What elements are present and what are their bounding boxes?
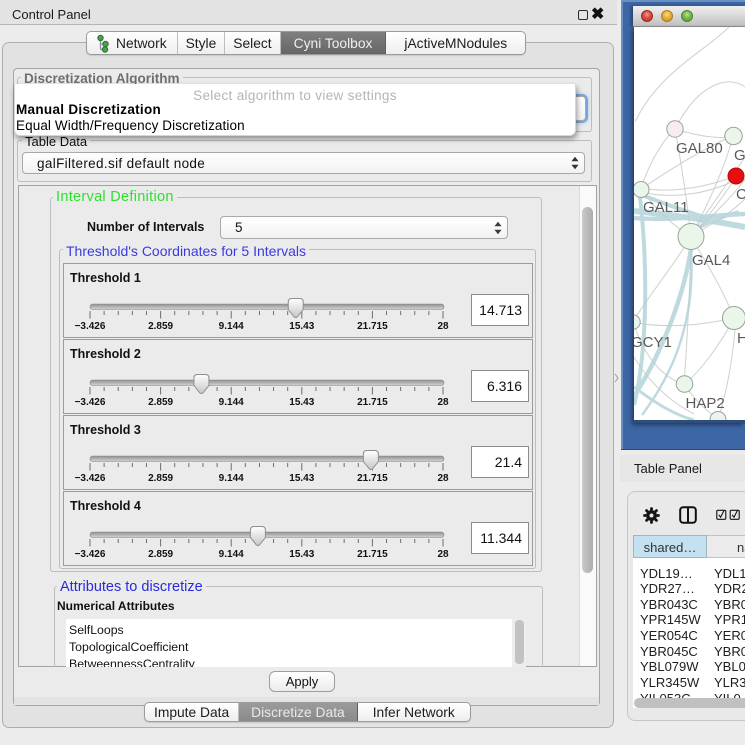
svg-text:28: 28 xyxy=(437,397,449,408)
svg-text:28: 28 xyxy=(437,549,449,560)
svg-text:GCY1: GCY1 xyxy=(634,334,672,351)
svg-text:−3.426: −3.426 xyxy=(75,321,106,332)
svg-text:HAP2: HAP2 xyxy=(686,395,725,412)
svg-text:GAL4: GAL4 xyxy=(692,252,730,269)
svg-text:H: H xyxy=(737,330,745,347)
svg-text:21.715: 21.715 xyxy=(357,549,388,560)
svg-text:15.43: 15.43 xyxy=(289,397,314,408)
svg-text:21.715: 21.715 xyxy=(357,397,388,408)
svg-text:−3.426: −3.426 xyxy=(75,549,106,560)
svg-text:C: C xyxy=(736,186,745,203)
svg-text:9.144: 9.144 xyxy=(219,473,244,484)
svg-text:2.859: 2.859 xyxy=(148,397,173,408)
svg-text:15.43: 15.43 xyxy=(289,549,314,560)
svg-text:GAL11: GAL11 xyxy=(643,199,689,216)
svg-text:2.859: 2.859 xyxy=(148,549,173,560)
svg-text:GAL80: GAL80 xyxy=(676,140,723,157)
svg-text:15.43: 15.43 xyxy=(289,473,314,484)
svg-text:2.859: 2.859 xyxy=(148,321,173,332)
svg-text:−3.426: −3.426 xyxy=(75,473,106,484)
svg-text:9.144: 9.144 xyxy=(219,549,244,560)
svg-text:9.144: 9.144 xyxy=(219,397,244,408)
svg-text:−3.426: −3.426 xyxy=(75,397,106,408)
svg-text:21.715: 21.715 xyxy=(357,321,388,332)
svg-text:28: 28 xyxy=(437,473,449,484)
svg-text:2.859: 2.859 xyxy=(148,473,173,484)
svg-text:9.144: 9.144 xyxy=(219,321,244,332)
svg-text:15.43: 15.43 xyxy=(289,321,314,332)
svg-text:28: 28 xyxy=(437,321,449,332)
svg-text:GA: GA xyxy=(734,147,745,164)
svg-text:21.715: 21.715 xyxy=(357,473,388,484)
